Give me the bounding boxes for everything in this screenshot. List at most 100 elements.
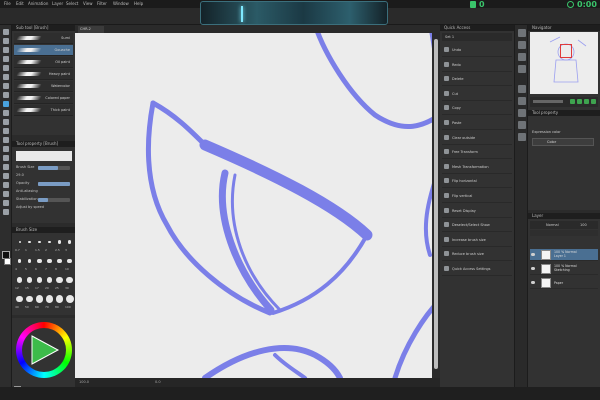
scrollbar-thumb[interactable] (434, 39, 438, 369)
navigator-panel-icon[interactable] (518, 29, 526, 37)
correct-line-tool-icon[interactable] (3, 209, 9, 215)
balloon-tool-icon[interactable] (3, 200, 9, 206)
brush-size-option[interactable]: 0.7 (15, 237, 24, 254)
brush-size-option[interactable]: 4 (15, 256, 24, 273)
rotation-value[interactable]: 0.0 (155, 380, 161, 384)
quick-access-item[interactable]: Deselect/Select Show (442, 218, 512, 233)
adjust-speed-row[interactable]: Adjust by speed (16, 205, 72, 211)
quick-access-item[interactable]: Undo (442, 43, 512, 57)
canvas-tab[interactable]: CHR-2 (78, 26, 104, 33)
brush-size-option[interactable]: 40 (15, 294, 24, 311)
quick-access-item[interactable]: Increase brush size (442, 233, 512, 247)
menu-view[interactable]: View (83, 1, 93, 6)
brush-size-option[interactable]: 12 (15, 275, 24, 292)
ruler-tool-icon[interactable] (3, 182, 9, 188)
brush-item[interactable]: Thick paint (14, 105, 73, 116)
brush-size-option[interactable]: 80 (55, 294, 64, 311)
brush-size-option[interactable]: 2.5 (55, 237, 64, 254)
zoom-in-icon[interactable] (570, 99, 575, 104)
zoom-value[interactable]: 100.0 (79, 380, 89, 384)
antialiasing-row[interactable]: Anti-aliasing (16, 189, 72, 195)
brush-size-option[interactable]: 17 (35, 275, 44, 292)
brush-size-option[interactable]: 7 (45, 256, 54, 273)
brush-size-option[interactable]: 60 (35, 294, 44, 311)
sub-color-swatch[interactable] (4, 258, 11, 265)
quick-access-item[interactable]: Flip vertical (442, 189, 512, 203)
brush-size-option[interactable]: 5 (25, 256, 34, 273)
brush-size-option[interactable]: 70 (45, 294, 54, 311)
quick-access-item[interactable]: Copy (442, 101, 512, 116)
brush-item[interactable]: Heavy paint (14, 69, 73, 80)
opacity-row[interactable]: Opacity (16, 181, 72, 187)
layer-row[interactable]: 100 % Normal Layer 1 (530, 249, 598, 261)
sub-view-panel-icon[interactable] (518, 41, 526, 49)
navigator-preview[interactable] (530, 32, 598, 94)
brush-size-option[interactable]: 10 (65, 256, 74, 273)
eye-icon[interactable] (531, 281, 535, 284)
brush-size-option[interactable]: 30 (65, 275, 74, 292)
quick-access-item[interactable]: Delete (442, 72, 512, 87)
gradient-tool-icon[interactable] (3, 155, 9, 161)
frame-tool-icon[interactable] (3, 173, 9, 179)
item-bank-panel-icon[interactable] (518, 65, 526, 73)
brush-item-selected[interactable]: Gouache (14, 45, 73, 56)
layer-row[interactable]: 100 % Normal Sketching (530, 263, 598, 275)
decoration-tool-icon[interactable] (3, 119, 9, 125)
color-wheel[interactable] (16, 322, 72, 378)
brush-item[interactable]: Sumi (14, 33, 73, 44)
menu-edit[interactable]: Edit (16, 1, 24, 6)
brush-size-option[interactable]: 8 (55, 256, 64, 273)
eye-icon[interactable] (531, 267, 535, 270)
quick-access-set[interactable]: Set 1 (442, 33, 512, 41)
move-layer-tool-icon[interactable] (3, 56, 9, 62)
navigator-view-frame[interactable] (560, 44, 572, 58)
brush-size-option[interactable]: 3 (65, 237, 74, 254)
layer-row[interactable]: Paper (530, 277, 598, 289)
figure-tool-icon[interactable] (3, 164, 9, 170)
menu-window[interactable]: Window (113, 1, 129, 6)
search-layer-panel-icon[interactable] (518, 133, 526, 141)
airbrush-tool-icon[interactable] (3, 110, 9, 116)
move-tool-icon[interactable] (3, 38, 9, 44)
brush-size-row[interactable]: Brush Size (16, 165, 72, 171)
brush-size-option[interactable]: 100 (65, 294, 74, 311)
brush-size-option[interactable]: 15 (25, 275, 34, 292)
quick-access-item[interactable]: Quick Access Settings (442, 262, 512, 276)
operation-tool-icon[interactable] (3, 47, 9, 53)
stabilization-row[interactable]: Stabilization (16, 197, 72, 203)
menu-file[interactable]: File (4, 1, 11, 6)
menu-filter[interactable]: Filter (97, 1, 107, 6)
brush-size-option[interactable]: 2 (45, 237, 54, 254)
brush-size-option[interactable]: 25 (55, 275, 64, 292)
brush-size-option[interactable]: 50 (25, 294, 34, 311)
history-panel-icon[interactable] (518, 85, 526, 93)
eraser-tool-icon[interactable] (3, 128, 9, 134)
canvas-vertical-scrollbar[interactable] (432, 33, 440, 378)
pen-tool-icon[interactable] (3, 92, 9, 98)
blend-mode-select[interactable]: Normal (546, 223, 559, 227)
eye-icon[interactable] (531, 253, 535, 256)
material-panel-icon[interactable] (518, 121, 526, 129)
quick-access-item[interactable]: Reduce brush size (442, 247, 512, 262)
zoom-tool-icon[interactable] (3, 29, 9, 35)
quick-access-item[interactable]: Clear outside (442, 131, 512, 145)
auto-select-tool-icon[interactable] (3, 74, 9, 80)
quick-access-item[interactable]: Mesh Transformation (442, 160, 512, 174)
quick-access-item[interactable]: Cut (442, 87, 512, 101)
blend-tool-icon[interactable] (3, 137, 9, 143)
quick-access-item[interactable]: Free Transform (442, 145, 512, 160)
brush-tool-icon[interactable] (3, 101, 9, 107)
menu-help[interactable]: Help (134, 1, 143, 6)
fill-tool-icon[interactable] (3, 146, 9, 152)
drawing-canvas[interactable] (75, 22, 443, 381)
zoom-out-icon[interactable] (577, 99, 582, 104)
text-tool-icon[interactable] (3, 191, 9, 197)
quick-access-item[interactable]: Paste (442, 116, 512, 130)
selection-tool-icon[interactable] (3, 65, 9, 71)
quick-access-item[interactable]: Reset Display (442, 204, 512, 218)
color-triangle[interactable] (28, 334, 60, 366)
eyedropper-tool-icon[interactable] (3, 83, 9, 89)
brush-item[interactable]: Watercolor (14, 81, 73, 92)
rotate-icon[interactable] (584, 99, 589, 104)
quick-access-item[interactable]: Redo (442, 58, 512, 72)
